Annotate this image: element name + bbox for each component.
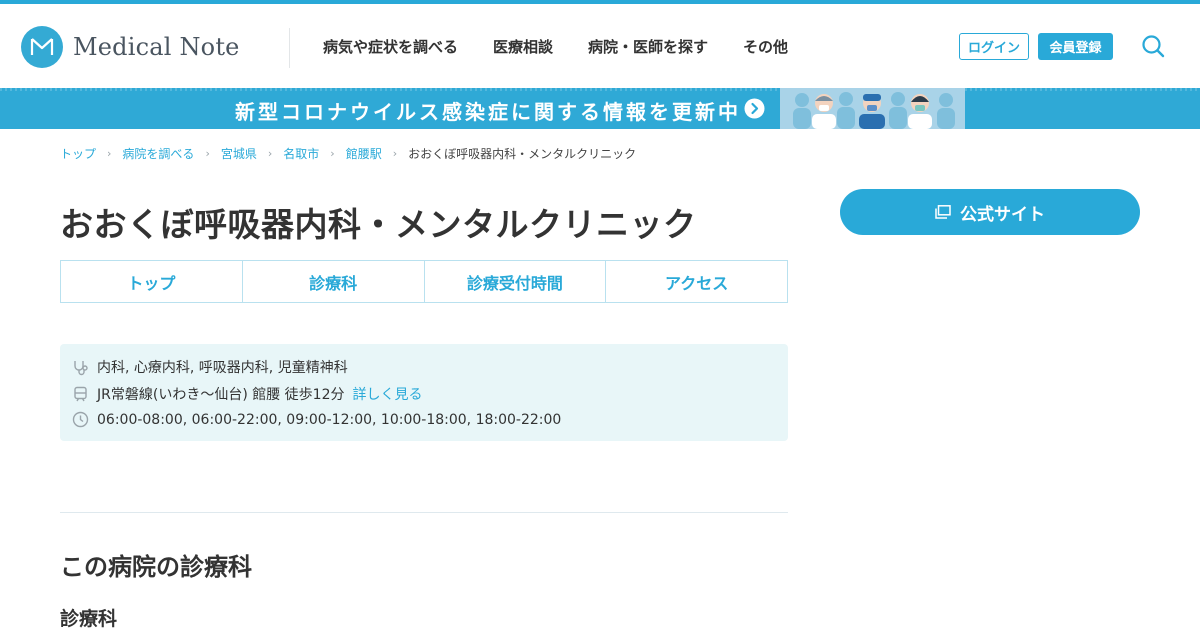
access-detail-link[interactable]: 詳しく見る bbox=[353, 384, 423, 404]
hours-text: 06:00-08:00, 06:00-22:00, 09:00-12:00, 1… bbox=[97, 411, 562, 428]
tab-departments[interactable]: 診療科 bbox=[243, 261, 425, 302]
register-button[interactable]: 会員登録 bbox=[1038, 33, 1113, 60]
stethoscope-icon bbox=[72, 359, 89, 376]
external-window-icon bbox=[935, 205, 951, 219]
header-divider bbox=[289, 28, 290, 68]
logo-text: Medical Note bbox=[73, 33, 240, 61]
page-title: おおくぼ呼吸器内科・メンタルクリニック bbox=[60, 205, 697, 244]
tab-reception-hours[interactable]: 診療受付時間 bbox=[425, 261, 607, 302]
main-nav: 病気や症状を調べる 医療相談 病院・医師を探す その他 bbox=[323, 36, 823, 57]
breadcrumb-link-top[interactable]: トップ bbox=[60, 145, 96, 162]
official-site-button[interactable]: 公式サイト bbox=[840, 189, 1140, 235]
search-icon[interactable] bbox=[1141, 34, 1165, 58]
nav-item-diseases[interactable]: 病気や症状を調べる bbox=[323, 36, 458, 57]
departments-subtitle: 診療科 bbox=[60, 608, 118, 630]
chevron-right-icon: › bbox=[392, 147, 398, 160]
nav-item-find-hospital[interactable]: 病院・医師を探す bbox=[588, 36, 708, 57]
section-divider bbox=[60, 512, 788, 513]
chevron-right-icon: › bbox=[107, 147, 112, 160]
site-header: Medical Note 病気や症状を調べる 医療相談 病院・医師を探す その他… bbox=[0, 4, 1200, 88]
banner-text: 新型コロナウイルス感染症に関する情報を更新中 bbox=[235, 100, 741, 124]
chevron-right-icon: › bbox=[205, 147, 210, 160]
login-button[interactable]: ログイン bbox=[959, 33, 1029, 60]
site-logo[interactable]: Medical Note bbox=[21, 26, 240, 68]
hospital-tabs: トップ 診療科 診療受付時間 アクセス bbox=[60, 260, 788, 303]
hospital-summary-box: 内科, 心療内科, 呼吸器内科, 児童精神科 JR常磐線(いわき～仙台) 館腰 … bbox=[60, 344, 788, 441]
breadcrumb-link-station[interactable]: 館腰駅 bbox=[346, 145, 382, 162]
breadcrumb-current: おおくぼ呼吸器内科・メンタルクリニック bbox=[408, 147, 637, 161]
nav-item-other[interactable]: その他 bbox=[743, 36, 788, 57]
medical-staff-illustration bbox=[780, 88, 965, 129]
nav-item-consultation[interactable]: 医療相談 bbox=[493, 36, 553, 57]
departments-row: 内科, 心療内科, 呼吸器内科, 児童精神科 bbox=[72, 357, 348, 377]
official-site-label: 公式サイト bbox=[960, 204, 1045, 225]
breadcrumb-link-city[interactable]: 名取市 bbox=[283, 145, 319, 162]
access-row: JR常磐線(いわき～仙台) 館腰 徒歩12分 詳しく見る bbox=[72, 384, 423, 404]
breadcrumb-link-prefecture[interactable]: 宮城県 bbox=[221, 145, 257, 162]
chevron-right-icon: › bbox=[330, 147, 335, 160]
chevron-right-circle-icon[interactable] bbox=[744, 98, 765, 119]
breadcrumb-link-hospital-search[interactable]: 病院を調べる bbox=[122, 145, 194, 162]
tab-access[interactable]: アクセス bbox=[606, 261, 787, 302]
access-text: JR常磐線(いわき～仙台) 館腰 徒歩12分 bbox=[97, 387, 345, 403]
clock-icon bbox=[72, 411, 89, 428]
logo-icon bbox=[21, 26, 63, 68]
breadcrumb: トップ › 病院を調べる › 宮城県 › 名取市 › 館腰駅 › おおくぼ呼吸器… bbox=[60, 145, 636, 162]
train-icon bbox=[72, 386, 89, 403]
departments-text: 内科, 心療内科, 呼吸器内科, 児童精神科 bbox=[97, 360, 348, 376]
chevron-right-icon: › bbox=[267, 147, 273, 160]
covid-info-banner[interactable]: 新型コロナウイルス感染症に関する情報を更新中 bbox=[0, 88, 1200, 129]
tab-top[interactable]: トップ bbox=[61, 261, 243, 302]
hours-row: 06:00-08:00, 06:00-22:00, 09:00-12:00, 1… bbox=[72, 411, 561, 428]
section-title: この病院の診療科 bbox=[60, 553, 252, 581]
